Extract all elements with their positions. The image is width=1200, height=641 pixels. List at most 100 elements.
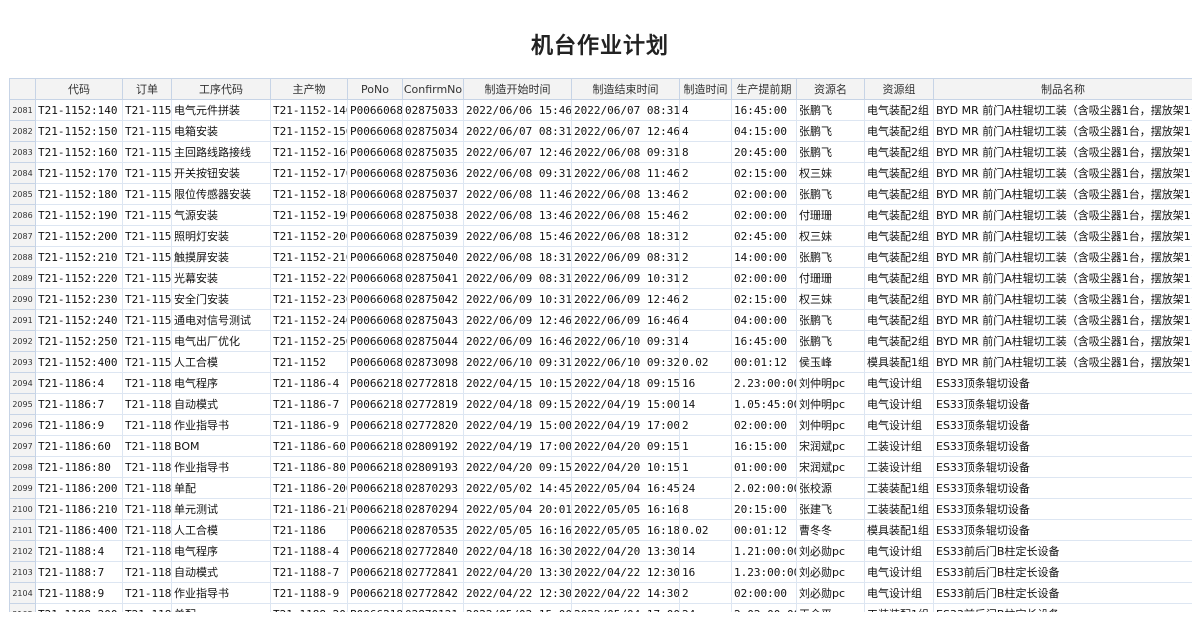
table-cell[interactable]: 照明灯安装 (171, 225, 271, 247)
table-cell[interactable]: 2022/04/18 16:30:00 (463, 540, 572, 562)
table-cell[interactable]: T21-1186:210 (35, 498, 123, 520)
table-cell[interactable]: 2 (679, 414, 732, 436)
table-cell[interactable]: BYD MR 前门A柱辊切工装（含吸尘器1台，摆放架1台） (933, 288, 1192, 310)
table-row[interactable]: 2087T21-1152:200T21-1152照明灯安装T21-1152-20… (9, 225, 1192, 247)
table-cell[interactable]: 02809193 (402, 456, 464, 478)
table-cell[interactable]: T21-1186 (122, 456, 172, 478)
table-cell[interactable]: T21-1152 (122, 309, 172, 331)
table-cell[interactable]: 电气设计组 (864, 540, 934, 562)
table-cell[interactable]: 2022/05/05 16:16:48 (463, 519, 572, 541)
table-cell[interactable]: 2022/05/04 17:00:00 (571, 603, 680, 612)
table-cell[interactable]: 2022/06/08 18:31:12 (571, 225, 680, 247)
table-cell[interactable]: 2022/04/20 13:30:00 (571, 540, 680, 562)
table-cell[interactable]: 24 (679, 477, 732, 499)
table-cell[interactable]: T21-1152:200 (35, 225, 123, 247)
table-cell[interactable]: 02772820 (402, 414, 464, 436)
table-cell[interactable]: 2022/05/04 16:45:00 (571, 477, 680, 499)
column-header[interactable]: 资源名 (796, 78, 865, 100)
table-cell[interactable]: 2022/06/09 12:46:12 (571, 288, 680, 310)
table-cell[interactable]: P00660686 (347, 246, 403, 268)
table-cell[interactable]: 2022/06/08 11:46:12 (571, 162, 680, 184)
table-cell[interactable]: 02:00:00 (731, 183, 797, 205)
table-cell[interactable]: 主回路线路接线 (171, 141, 271, 163)
table-cell[interactable]: 2022/04/19 15:00:00 (463, 414, 572, 436)
table-cell[interactable]: BYD MR 前门A柱辊切工装（含吸尘器1台，摆放架1台） (933, 204, 1192, 226)
table-cell[interactable]: 电气设计组 (864, 582, 934, 604)
table-cell[interactable]: 电气装配2组 (864, 141, 934, 163)
table-cell[interactable]: 模具装配1组 (864, 351, 934, 373)
table-cell[interactable]: 作业指导书 (171, 582, 271, 604)
table-cell[interactable]: 2 (679, 582, 732, 604)
table-cell[interactable]: 张建飞 (796, 498, 865, 520)
table-cell[interactable]: 2022/06/08 09:31:12 (571, 141, 680, 163)
table-cell[interactable]: 付珊珊 (796, 267, 865, 289)
table-cell[interactable]: T21-1188-9 (270, 582, 348, 604)
table-cell[interactable]: ES33顶条辊切设备 (933, 477, 1192, 499)
table-cell[interactable]: P00660686 (347, 225, 403, 247)
table-cell[interactable]: BYD MR 前门A柱辊切工装（含吸尘器1台，摆放架1台） (933, 141, 1192, 163)
table-cell[interactable]: 工装装配1组 (864, 498, 934, 520)
table-cell[interactable]: 04:15:00 (731, 120, 797, 142)
table-row[interactable]: 2104T21-1188:9T21-1188作业指导书T21-1188-9P00… (9, 582, 1192, 604)
table-row[interactable]: 2089T21-1152:220T21-1152光幕安装T21-1152-220… (9, 267, 1192, 289)
table-cell[interactable]: 2.02:00:00 (731, 603, 797, 612)
column-header[interactable]: 生产提前期 (731, 78, 797, 100)
table-cell[interactable]: 2022/06/09 10:31:12 (463, 288, 572, 310)
table-cell[interactable]: P00660686 (347, 162, 403, 184)
table-cell[interactable]: T21-1186:7 (35, 393, 123, 415)
table-cell[interactable]: 单配 (171, 603, 271, 612)
table-cell[interactable]: 02875035 (402, 141, 464, 163)
table-cell[interactable]: ES33顶条辊切设备 (933, 519, 1192, 541)
table-cell[interactable]: ES33顶条辊切设备 (933, 372, 1192, 394)
table-cell[interactable]: T21-1186-60 (270, 435, 348, 457)
column-header[interactable]: 代码 (35, 78, 123, 100)
table-cell[interactable]: 2022/06/10 09:32:24 (571, 351, 680, 373)
table-cell[interactable]: T21-1152 (122, 288, 172, 310)
table-cell[interactable]: 2 (679, 204, 732, 226)
table-cell[interactable]: T21-1186:200 (35, 477, 123, 499)
table-cell[interactable]: 触摸屏安装 (171, 246, 271, 268)
table-cell[interactable]: P00660686 (347, 288, 403, 310)
table-cell[interactable]: 刘必勋pc (796, 582, 865, 604)
table-cell[interactable]: 00:01:12 (731, 351, 797, 373)
table-cell[interactable]: 02875044 (402, 330, 464, 352)
table-cell[interactable]: T21-1152-170 (270, 162, 348, 184)
table-row[interactable]: 2094T21-1186:4T21-1186电气程序T21-1186-4P006… (9, 372, 1192, 394)
column-header[interactable]: PoNo (347, 78, 403, 100)
table-cell[interactable]: 电气装配2组 (864, 204, 934, 226)
table-cell[interactable]: P00662186 (347, 582, 403, 604)
table-cell[interactable]: T21-1152 (122, 141, 172, 163)
table-cell[interactable]: 开关按钮安装 (171, 162, 271, 184)
table-row[interactable]: 2081T21-1152:140T21-1152电气元件拼装T21-1152-1… (9, 99, 1192, 121)
table-cell[interactable]: 2022/06/07 08:31:12 (571, 99, 680, 121)
table-cell[interactable]: P00662186 (347, 561, 403, 583)
table-cell[interactable]: 2022/06/08 15:46:12 (463, 225, 572, 247)
table-cell[interactable]: 02772841 (402, 561, 464, 583)
table-cell[interactable]: 2022/04/19 17:00:00 (463, 435, 572, 457)
table-cell[interactable]: 电气程序 (171, 540, 271, 562)
work-plan-grid[interactable]: 代码 订单 工序代码 主产物 PoNo ConfirmNo 制造开始时间 制造结束时间 制造时间… (9, 78, 1192, 612)
table-cell[interactable]: 宋润斌pc (796, 435, 865, 457)
table-cell[interactable]: 人工合模 (171, 351, 271, 373)
table-cell[interactable]: ES33顶条辊切设备 (933, 414, 1192, 436)
table-cell[interactable]: 电气装配2组 (864, 183, 934, 205)
table-cell[interactable]: T21-1188-4 (270, 540, 348, 562)
table-cell[interactable]: T21-1152-210 (270, 246, 348, 268)
table-cell[interactable]: 电气设计组 (864, 414, 934, 436)
table-cell[interactable]: 2022/04/20 09:15:00 (463, 456, 572, 478)
table-cell[interactable]: 曹冬冬 (796, 519, 865, 541)
table-cell[interactable]: 2 (679, 246, 732, 268)
table-cell[interactable]: 01:00:00 (731, 456, 797, 478)
table-cell[interactable]: 电气出厂优化 (171, 330, 271, 352)
table-row[interactable]: 2097T21-1186:60T21-1186BOMT21-1186-60P00… (9, 435, 1192, 457)
table-cell[interactable]: BYD MR 前门A柱辊切工装（含吸尘器1台，摆放架1台） (933, 267, 1192, 289)
table-cell[interactable]: 02875038 (402, 204, 464, 226)
table-cell[interactable]: 2022/06/10 09:31:12 (571, 330, 680, 352)
table-cell[interactable]: 02:00:00 (731, 204, 797, 226)
table-cell[interactable]: T21-1152-250 (270, 330, 348, 352)
table-cell[interactable]: 2022/05/02 14:45:00 (463, 477, 572, 499)
table-row[interactable]: 2088T21-1152:210T21-1152触摸屏安装T21-1152-21… (9, 246, 1192, 268)
table-cell[interactable]: T21-1186:60 (35, 435, 123, 457)
table-cell[interactable]: T21-1186 (122, 393, 172, 415)
table-cell[interactable]: T21-1152:170 (35, 162, 123, 184)
